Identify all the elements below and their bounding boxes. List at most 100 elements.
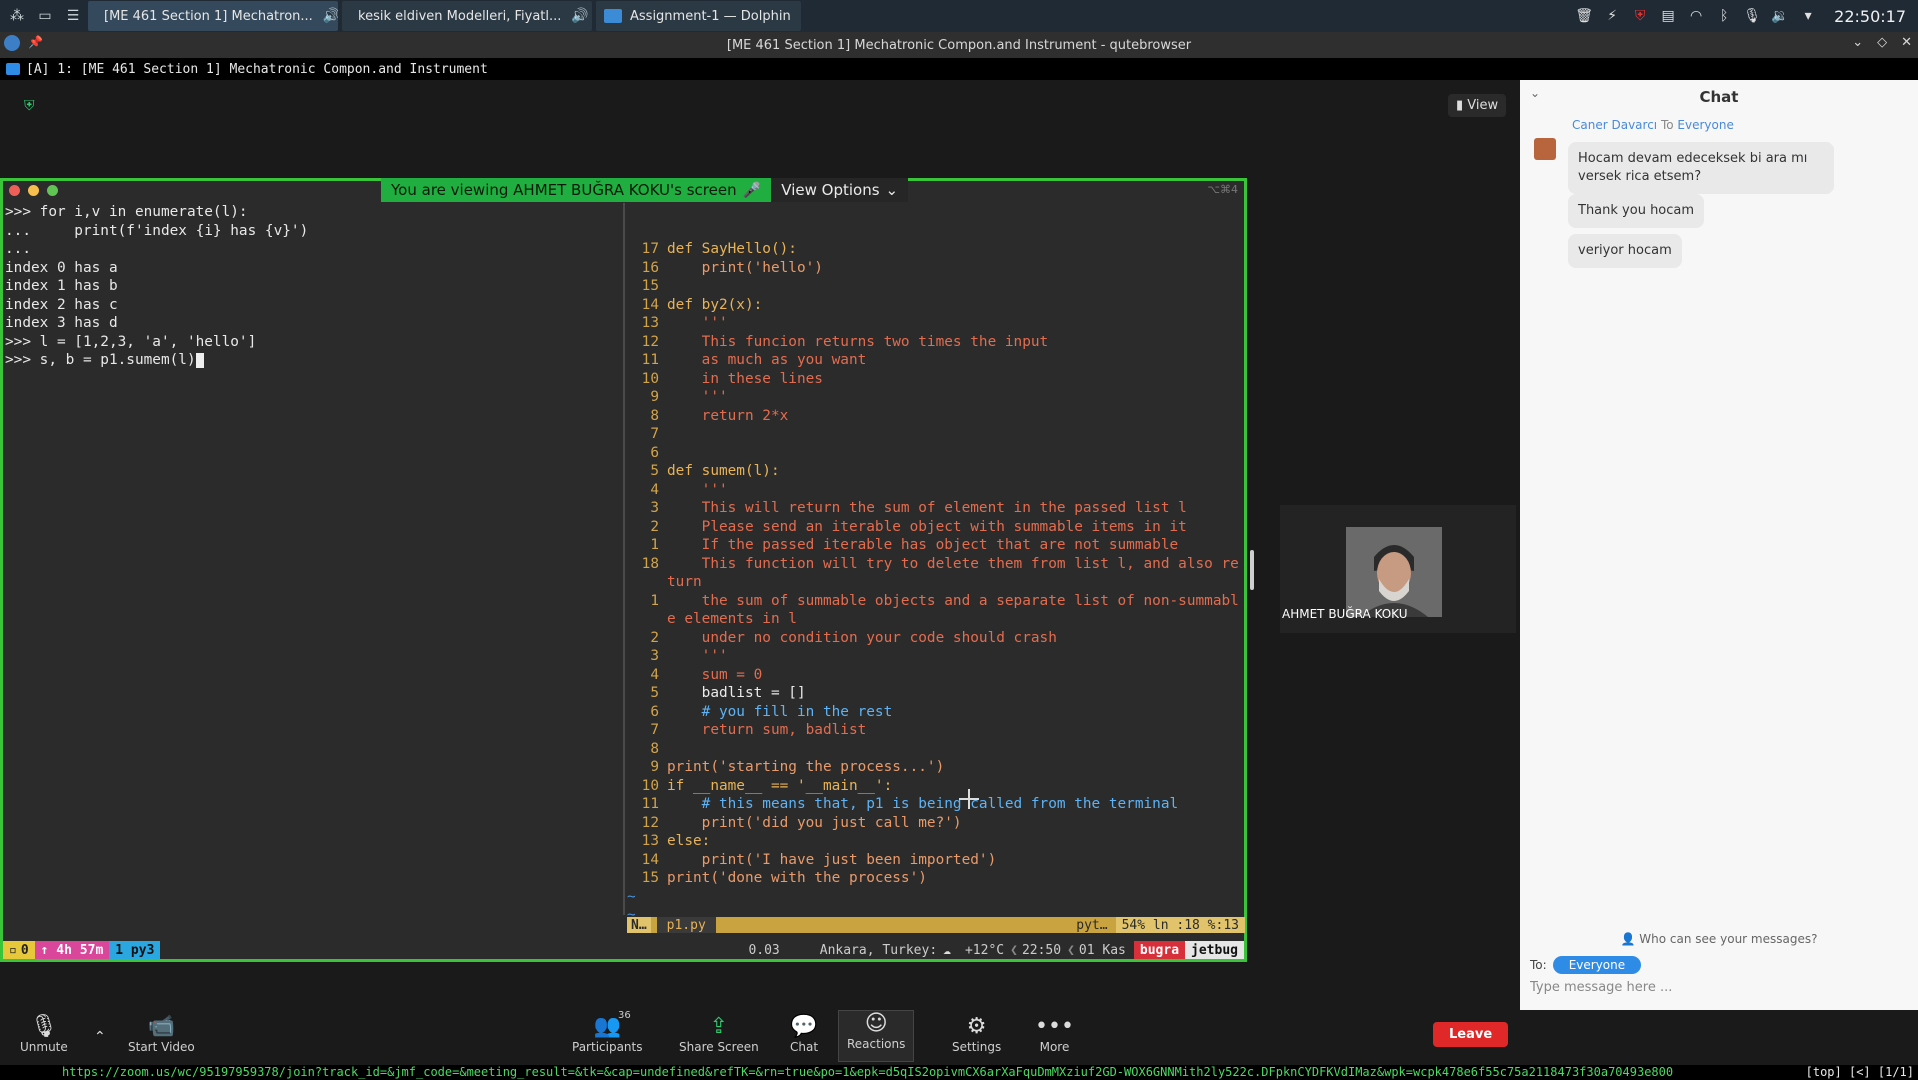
line-number: 16 (641, 259, 659, 276)
smiley-icon: ☺ (864, 1011, 888, 1036)
code-line: 7 return sum, badlist (627, 721, 1245, 740)
taskbar-task-dolphin[interactable]: Assignment-1 — Dolphin (596, 1, 801, 31)
task-switcher-icon[interactable]: ☰ (62, 5, 84, 27)
tmux-time: 22:50 (1021, 942, 1062, 958)
meeting-area: ⛨ ▮ View You are viewing AHMET BUĞRA KOK… (0, 80, 1520, 1010)
line-number: 1 (650, 592, 659, 609)
tab-zoom-meeting[interactable]: [A] 1: [ME 461 Section 1] Mechatronic Co… (26, 62, 488, 77)
more-label: More (1039, 1040, 1070, 1054)
code-text: def by2(x): (667, 296, 763, 313)
trash-icon[interactable]: 🗑 (1572, 8, 1596, 24)
code-text: Please send an iterable object with summ… (667, 518, 1187, 535)
pin-icon[interactable]: 📌 (28, 35, 43, 51)
line-number: 3 (650, 500, 659, 516)
chat-button[interactable]: 💬 Chat (790, 1014, 818, 1054)
line-number: 5 (650, 685, 659, 701)
line-number: 13 (641, 315, 659, 331)
participants-button[interactable]: 👥 Participants (572, 1014, 643, 1054)
chat-sender-name[interactable]: Caner Davarcı (1572, 118, 1657, 132)
code-text: e elements in l (667, 611, 797, 627)
audio-options-caret[interactable]: ⌃ (94, 1024, 106, 1050)
window-controls (9, 185, 58, 196)
microphone-icon[interactable]: 🎙 (1740, 8, 1764, 24)
view-button[interactable]: ▮ View (1448, 94, 1507, 117)
line-number: 2 (650, 518, 659, 535)
shield-icon[interactable]: ⛨ (1628, 8, 1652, 24)
more-button[interactable]: ••• More (1035, 1014, 1074, 1054)
panel-resize-handle[interactable] (1250, 550, 1254, 590)
close-icon[interactable]: ✕ (1901, 35, 1912, 50)
tmux-pane: 1 py3 (109, 941, 161, 959)
vim-filename: p1.py (656, 917, 716, 933)
code-text: else: (667, 833, 711, 849)
code-text: return 2*x (667, 407, 789, 424)
encryption-shield-icon[interactable]: ⛨ (24, 98, 38, 114)
line-number: 14 (641, 851, 659, 868)
tmux-window-index: ▫ 0 (3, 941, 35, 959)
code-line: 13 else: (627, 832, 1245, 851)
tmux-status-bar: ▫ 0 ↑ 4h 57m 1 py3 0.03 Ankara, Turkey: … (3, 941, 1244, 959)
terminal-line: >>> s, b = p1.sumem(l) (5, 351, 623, 370)
code-line: turn (627, 573, 1245, 592)
plugin-icon[interactable]: ⚡ (1600, 8, 1624, 24)
start-video-button[interactable]: 📹 Start Video (128, 1014, 195, 1054)
line-number: ~ (627, 888, 636, 905)
code-line: 2 Please send an iterable object with su… (627, 518, 1245, 537)
participant-video (1346, 527, 1442, 617)
chevron-down-icon[interactable]: ▾ (1796, 8, 1820, 24)
chat-message: Thank you hocam (1568, 194, 1705, 228)
reactions-button[interactable]: ☺ Reactions (838, 1010, 915, 1062)
volume-icon[interactable]: 🔉 (1768, 8, 1792, 24)
speaker-icon[interactable]: 🔊 (571, 8, 588, 24)
maximize-icon[interactable]: ◇ (1877, 35, 1887, 50)
who-can-see-messages-link[interactable]: 👤 Who can see your messages? (1520, 932, 1918, 946)
recipient-dropdown[interactable]: Everyone (1552, 956, 1642, 974)
participant-video-tile[interactable]: AHMET BUĞRA KOKU (1280, 505, 1516, 633)
bluetooth-icon[interactable]: ᛒ (1712, 8, 1736, 24)
taskbar-task-label: Assignment-1 — Dolphin (630, 8, 791, 24)
vim-mode: N… (627, 916, 651, 933)
wifi-icon[interactable]: ◠ (1684, 8, 1708, 24)
view-options-button[interactable]: View Options ⌄ (771, 178, 909, 202)
chat-label: Chat (790, 1040, 819, 1054)
line-number: 7 (650, 722, 659, 738)
leave-button[interactable]: Leave (1433, 1022, 1509, 1047)
code-line: 3 This will return the sum of element in… (627, 499, 1245, 518)
chat-message-input[interactable] (1530, 976, 1908, 998)
code-text: in these lines (667, 370, 823, 387)
line-number: 4 (650, 481, 659, 498)
chat-message: veriyor hocam (1568, 234, 1682, 268)
taskbar-task-zoom[interactable]: [ME 461 Section 1] Mechatron... 🔊 (88, 1, 338, 31)
desktop-icon[interactable]: ▭ (34, 5, 56, 27)
view-label: View (1467, 98, 1499, 113)
taskbar-task-label: [ME 461 Section 1] Mechatron... (104, 8, 313, 24)
tmux-temperature: +12°C (964, 942, 1005, 958)
qutebrowser-icon (4, 35, 20, 51)
taskbar-task-shop[interactable]: kesik eldiven Modelleri, Fiyatl... 🔊 (342, 1, 592, 31)
chat-message: Hocam devam edeceksek bi ara mı versek r… (1568, 142, 1834, 194)
unmute-button[interactable]: 🎙 Unmute (20, 1014, 68, 1054)
terminal-line: index 3 has d (5, 315, 118, 331)
code-line: 5 badlist = [] (627, 684, 1245, 703)
chat-sender-line: Caner Davarcı To Everyone (1572, 118, 1734, 132)
mic-muted-icon: 🎙 (29, 1014, 58, 1039)
code-text: def SayHello(): (667, 241, 797, 257)
code-text: # you fill in the rest (667, 703, 893, 720)
code-line: 2 under no condition your code should cr… (627, 629, 1245, 648)
window-title: [ME 461 Section 1] Mechatronic Compon.an… (726, 37, 1192, 53)
speaker-icon[interactable]: 🔊 (323, 8, 338, 24)
line-number: 6 (650, 444, 659, 461)
app-launcher-icon[interactable]: ⁂ (6, 5, 28, 27)
settings-button[interactable]: ⚙ Settings (952, 1014, 1001, 1054)
clipboard-icon[interactable]: ▤ (1656, 8, 1680, 24)
line-number: 14 (641, 296, 659, 313)
line-number: 11 (641, 352, 659, 368)
code-text: if __name__ == '__main__': (667, 777, 893, 794)
code-text: # this means that, p1 is being called fr… (667, 796, 1179, 812)
viewing-banner-text: You are viewing AHMET BUĞRA KOKU's scree… (391, 181, 737, 199)
share-screen-button[interactable]: ⇪ Share Screen (679, 1014, 759, 1054)
clock[interactable]: 22:50:17 (1834, 7, 1906, 26)
minimize-icon[interactable]: ⌄ (1852, 35, 1863, 50)
text-cursor (195, 352, 204, 368)
code-text: This will return the sum of element in t… (667, 500, 1187, 516)
